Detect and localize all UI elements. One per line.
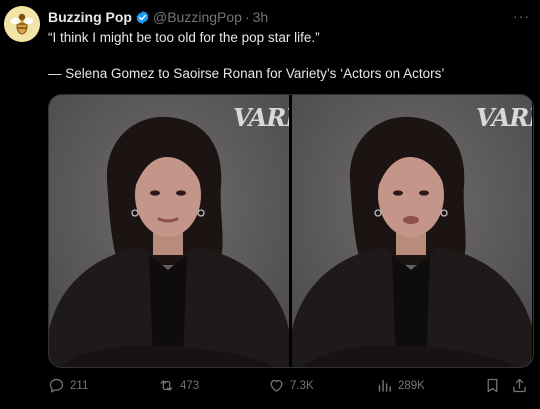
author-handle[interactable]: @BuzzingPop: [153, 9, 242, 25]
timestamp[interactable]: 3h: [253, 9, 269, 25]
tweet-text-line-2: — Selena Gomez to Saoirse Ronan for Vari…: [48, 66, 445, 81]
like-count: 7.3K: [290, 379, 314, 392]
media-image-right[interactable]: VARIE: [292, 95, 532, 367]
reply-count: 211: [70, 379, 89, 392]
share-icon: [513, 378, 526, 393]
bar-chart-icon: [378, 379, 391, 392]
action-bar: 211 473 7.3K 289K: [48, 377, 532, 397]
like-button[interactable]: 7.3K: [268, 377, 314, 394]
tweet-header: Buzzing Pop @BuzzingPop · 3h: [48, 8, 268, 26]
reply-button[interactable]: 211: [48, 377, 88, 394]
bookmark-icon: [487, 378, 498, 393]
tweet-text-line-1: “I think I might be too old for the pop …: [48, 30, 320, 45]
separator-dot: ·: [244, 9, 250, 25]
reply-icon: [49, 378, 64, 393]
media-grid[interactable]: VARIE: [48, 94, 534, 368]
media-image-left[interactable]: VARIE: [49, 95, 289, 367]
verified-badge-icon: [136, 10, 149, 24]
bookmark-button[interactable]: [484, 377, 501, 394]
person-photo-right: [292, 95, 532, 367]
views-button[interactable]: 289K: [376, 377, 425, 394]
variety-watermark-left: VARIE: [233, 103, 289, 132]
heart-icon: [270, 379, 283, 392]
repost-count: 473: [180, 379, 200, 392]
variety-watermark-right: VARIE: [476, 103, 532, 132]
tweet[interactable]: Buzzing Pop @BuzzingPop · 3h ··· “I thin…: [0, 0, 540, 409]
avatar[interactable]: [4, 6, 40, 42]
more-options-icon[interactable]: ···: [513, 8, 530, 24]
views-count: 289K: [398, 379, 425, 392]
share-button[interactable]: [511, 377, 528, 394]
repost-button[interactable]: 473: [158, 377, 199, 394]
tweet-text: “I think I might be too old for the pop …: [48, 29, 518, 83]
person-photo-left: [49, 95, 289, 367]
author-name[interactable]: Buzzing Pop: [48, 9, 132, 25]
repost-icon: [160, 380, 173, 391]
